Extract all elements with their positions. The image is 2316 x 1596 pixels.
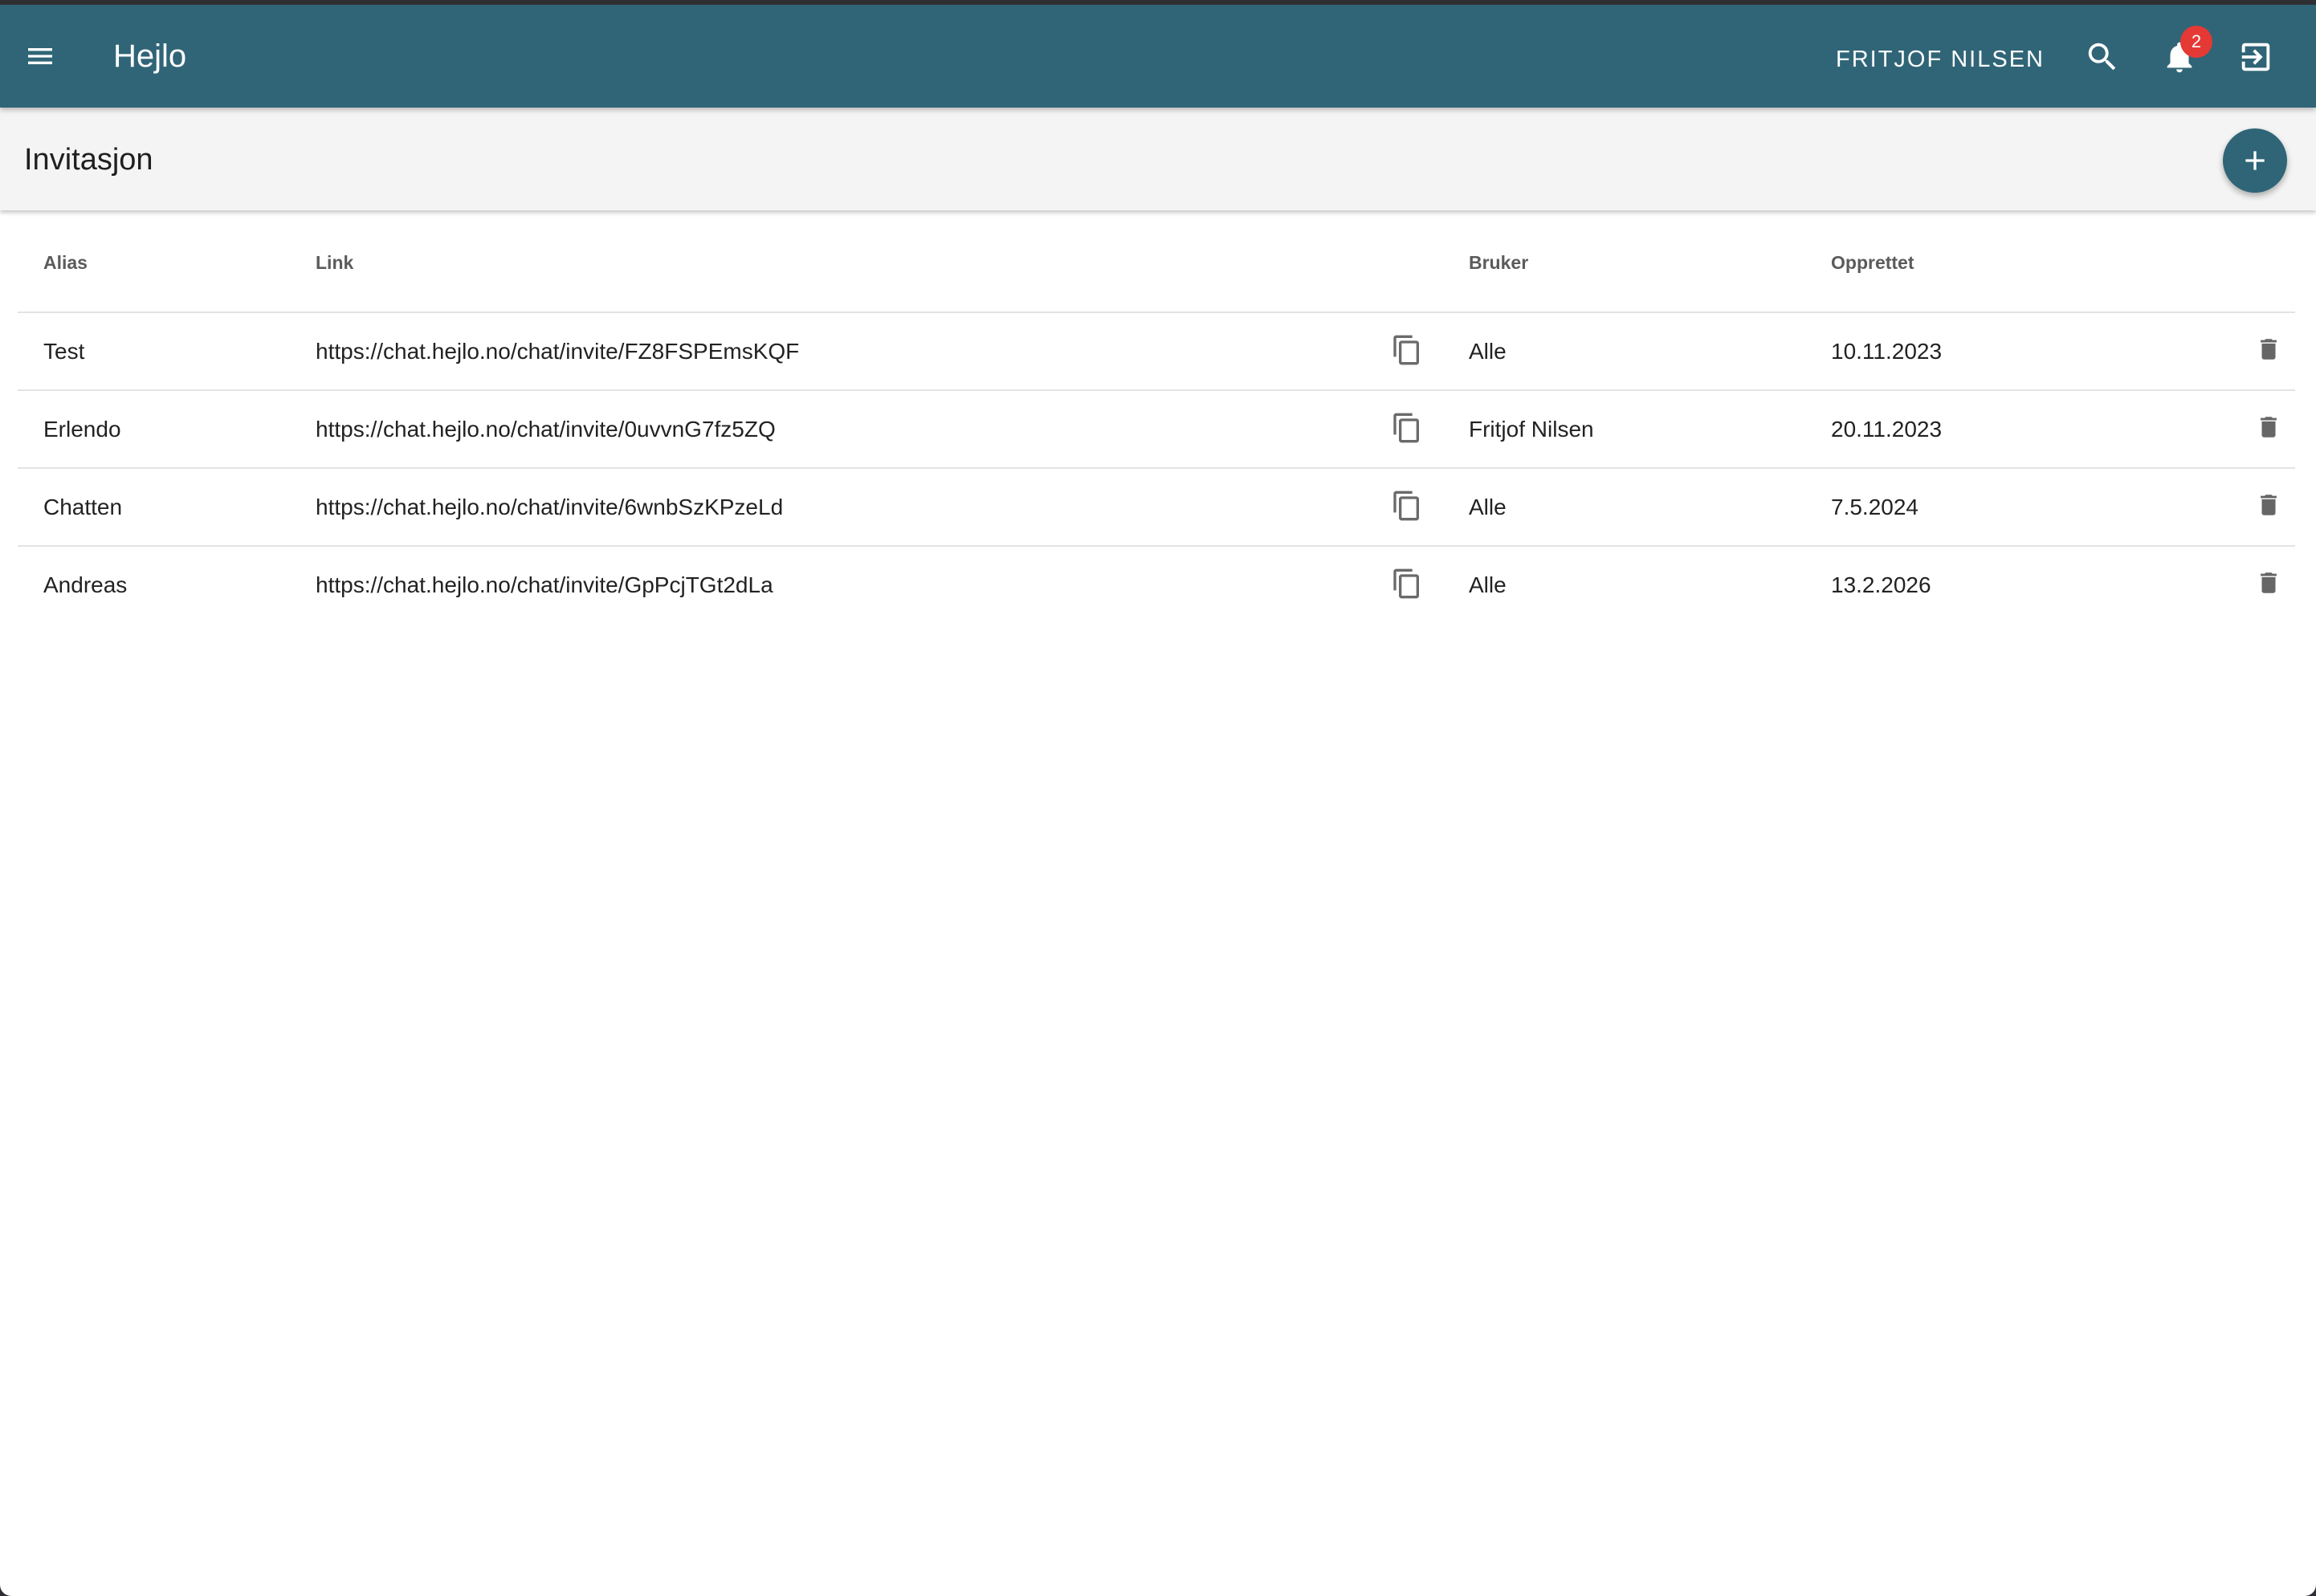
row-created: 20.11.2023 [1831,417,1943,442]
menu-icon[interactable] [24,40,56,72]
column-header-user[interactable]: Bruker [1469,252,1528,274]
table-header: Alias Link Bruker Opprettet [18,226,2295,313]
plus-icon [2245,151,2265,170]
page-header: Invitasjon [0,108,2316,210]
logout-icon[interactable] [2237,39,2274,75]
search-icon[interactable] [2084,39,2121,75]
delete-icon[interactable] [2255,569,2287,601]
table-row: Chatten https://chat.hejlo.no/chat/invit… [18,469,2295,547]
row-created: 10.11.2023 [1831,339,1943,364]
page-title: Invitasjon [24,143,153,177]
row-user: Alle [1469,495,1507,519]
row-user: Fritjof Nilsen [1469,417,1594,442]
app-window: Hejlo FRITJOF NILSEN 2 Invitasjon Alias … [0,5,2316,1596]
row-created: 13.2.2026 [1831,572,1931,597]
row-alias: Erlendo [43,417,121,442]
column-header-created[interactable]: Opprettet [1831,252,1914,274]
column-header-link[interactable]: Link [316,252,353,274]
user-name-button[interactable]: FRITJOF NILSEN [1836,42,2045,77]
delete-icon[interactable] [2255,491,2287,523]
row-link: https://chat.hejlo.no/chat/invite/GpPcjT… [316,572,773,597]
copy-icon[interactable] [1391,568,1423,600]
top-app-bar: Hejlo FRITJOF NILSEN 2 [0,5,2316,108]
delete-icon[interactable] [2255,336,2287,368]
row-link: https://chat.hejlo.no/chat/invite/0uvvnG… [316,417,776,442]
row-created: 7.5.2024 [1831,495,1918,519]
notification-badge: 2 [2180,26,2212,58]
row-link: https://chat.hejlo.no/chat/invite/FZ8FSP… [316,339,800,364]
table-row: Test https://chat.hejlo.no/chat/invite/F… [18,313,2295,391]
row-user: Alle [1469,572,1507,597]
row-user: Alle [1469,339,1507,364]
invitation-table: Alias Link Bruker Opprettet Test https:/… [18,226,2295,623]
table-row: Erlendo https://chat.hejlo.no/chat/invit… [18,391,2295,469]
row-alias: Chatten [43,495,123,519]
add-invitation-button[interactable] [2223,128,2287,193]
copy-icon[interactable] [1391,412,1423,444]
row-alias: Andreas [43,572,128,597]
column-header-alias[interactable]: Alias [43,252,88,274]
copy-icon[interactable] [1391,490,1423,522]
copy-icon[interactable] [1391,334,1423,366]
delete-icon[interactable] [2255,413,2287,446]
table-row: Andreas https://chat.hejlo.no/chat/invit… [18,547,2295,623]
row-link: https://chat.hejlo.no/chat/invite/6wnbSz… [316,495,784,519]
row-alias: Test [43,339,85,364]
app-title: Hejlo [113,39,187,74]
